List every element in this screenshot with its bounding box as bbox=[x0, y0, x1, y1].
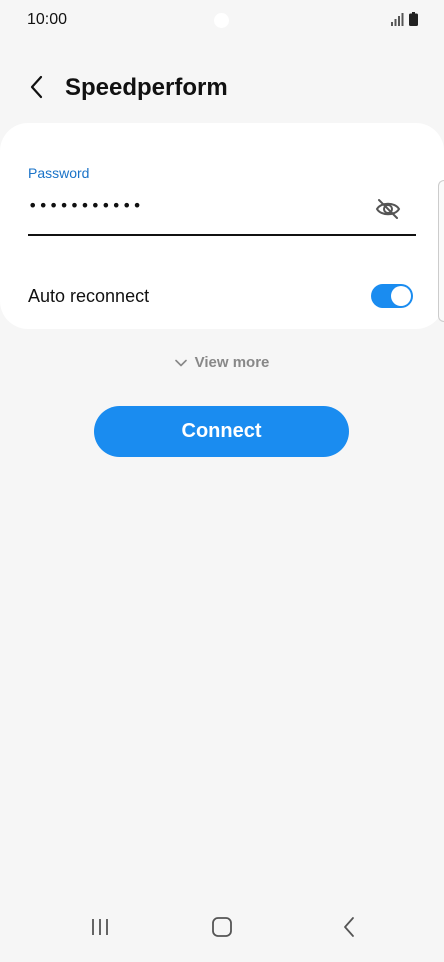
auto-reconnect-toggle[interactable] bbox=[371, 284, 413, 308]
password-label: Password bbox=[28, 165, 90, 181]
edge-panel-handle[interactable] bbox=[438, 180, 444, 322]
page-title: Speedperform bbox=[65, 74, 228, 101]
toggle-knob bbox=[391, 286, 411, 306]
signal-icon bbox=[391, 13, 404, 26]
eye-off-icon bbox=[375, 199, 401, 219]
chevron-down-icon bbox=[174, 359, 187, 366]
back-icon bbox=[344, 917, 354, 937]
status-bar: 10:00 bbox=[0, 0, 444, 40]
home-button[interactable] bbox=[210, 915, 234, 939]
recents-button[interactable] bbox=[86, 916, 114, 938]
status-time: 10:00 bbox=[27, 11, 68, 28]
view-more-label: View more bbox=[194, 354, 270, 371]
app-header: Speedperform bbox=[0, 64, 444, 110]
navigation-bar bbox=[0, 902, 444, 962]
back-button[interactable] bbox=[20, 70, 54, 104]
front-camera bbox=[214, 13, 229, 28]
network-settings-card: Password Auto reconnect bbox=[0, 123, 444, 329]
home-icon bbox=[212, 917, 232, 937]
auto-reconnect-label: Auto reconnect bbox=[28, 286, 150, 306]
wifi-password-screen: 10:00 Speedperform Password ••••••••••• … bbox=[0, 0, 444, 962]
chevron-left-icon bbox=[30, 75, 43, 99]
view-more-button[interactable]: View more bbox=[0, 354, 444, 371]
recents-icon bbox=[92, 919, 108, 935]
password-field[interactable] bbox=[28, 191, 348, 219]
nav-back-button[interactable] bbox=[337, 915, 361, 939]
password-visibility-button[interactable] bbox=[373, 194, 403, 224]
password-underline bbox=[28, 234, 416, 236]
status-icons bbox=[390, 12, 418, 26]
connect-button[interactable]: Connect bbox=[94, 406, 349, 457]
battery-icon bbox=[409, 12, 418, 26]
